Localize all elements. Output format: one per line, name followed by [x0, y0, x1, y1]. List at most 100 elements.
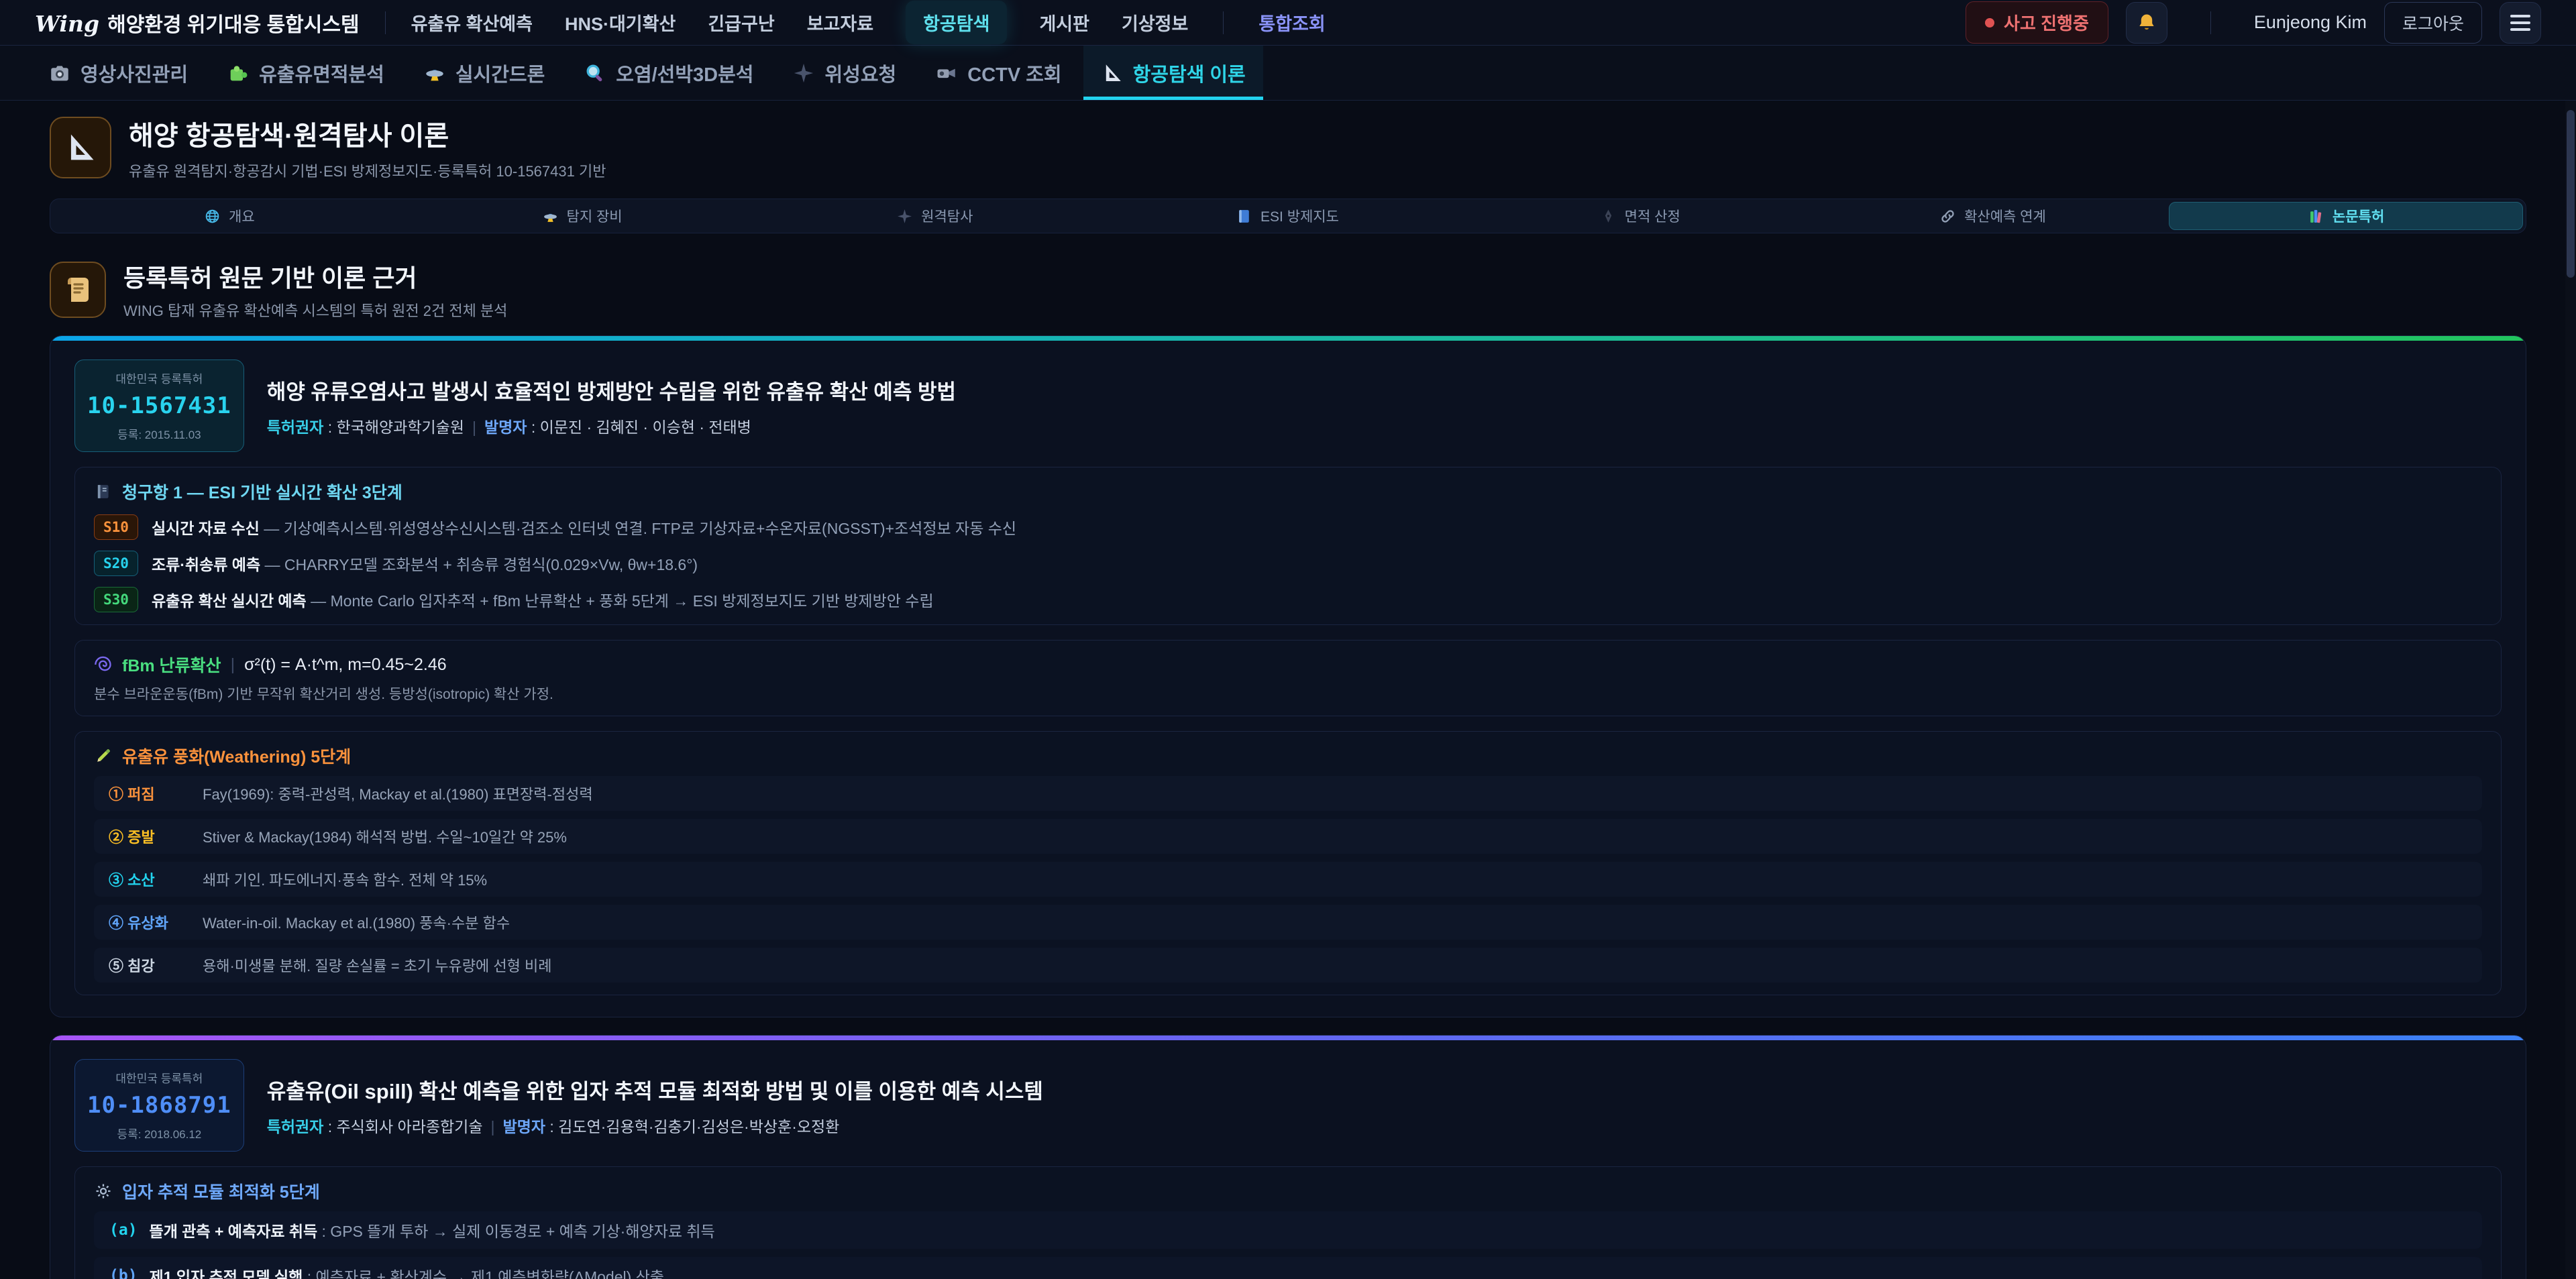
divider [2210, 11, 2211, 34]
top-right-controls: 사고 진행중 Eunjeong Kim 로그아웃 [1966, 1, 2541, 44]
scrollbar-thumb[interactable] [2567, 110, 2575, 278]
incident-status-badge: 사고 진행중 [1966, 1, 2108, 44]
globe-icon [204, 208, 221, 225]
app-logo-title: 해양환경 위기대응 통합시스템 [107, 8, 359, 38]
books-icon [2308, 208, 2324, 225]
incident-status-label: 사고 진행중 [2004, 10, 2089, 35]
claim-book-icon [94, 482, 113, 501]
divider [385, 11, 386, 34]
card-gradient-border [50, 336, 2526, 341]
app-logo[interactable]: Wing 해양환경 위기대응 통합시스템 [35, 8, 360, 38]
pencil-icon [94, 746, 113, 765]
drone-ufo-icon [542, 208, 559, 225]
pill-diffusion-link[interactable]: 확산예측 연계 [1817, 202, 2169, 230]
tab-aerial-search-theory[interactable]: 항공탐색 이론 [1083, 46, 1263, 100]
fbm-description: 분수 브라운운동(fBm) 기반 무작위 확산거리 생성. 등방성(isotro… [94, 683, 2482, 704]
divider [1223, 11, 1224, 34]
patent-number-badge: 대한민국 등록특허 10-1868791 등록: 2018.06.12 [74, 1059, 244, 1152]
nav-item-emergency-rescue[interactable]: 긴급구난 [708, 9, 774, 36]
pill-esi-map[interactable]: ESI 방제지도 [1111, 202, 1464, 230]
satellite-star-icon [896, 208, 913, 225]
fbm-title: fBm 난류확산 [122, 653, 221, 677]
pill-area-estimation[interactable]: 면적 산정 [1464, 202, 1817, 230]
nav-item-integrated-search[interactable]: 통합조회 [1258, 9, 1325, 36]
nav-item-hns-air-diffusion[interactable]: HNS·대기확산 [565, 9, 676, 36]
patent-meta: 특허권자 : 한국해양과학기술원|발명자 : 이문진 · 김혜진 · 이승현 ·… [267, 414, 956, 437]
tab-cctv-view[interactable]: CCTV 조회 [918, 46, 1079, 100]
main-menu: 유출유 확산예측 HNS·대기확산 긴급구난 보고자료 항공탐색 게시판 기상정… [411, 1, 1326, 44]
user-name: Eunjeong Kim [2254, 12, 2367, 33]
section-subtitle: WING 탑재 유출유 확산예측 시스템의 특허 원전 2건 전체 분석 [123, 299, 507, 321]
tab-oil-area-analysis[interactable]: 유출유면적분석 [209, 46, 402, 100]
optimization-step-row: (a) 뜰개 관측 + 예측자료 취득 : GPS 뜰개 투하 → 실제 이동경… [94, 1211, 2482, 1249]
pill-remote-sensing[interactable]: 원격탐사 [758, 202, 1111, 230]
pen-nib-icon [1600, 208, 1617, 225]
section-icon-box [50, 262, 106, 318]
patent-title: 해양 유류오염사고 발생시 효율적인 방제방안 수립을 위한 유출유 확산 예측… [267, 375, 956, 405]
patent-1-header: 대한민국 등록특허 10-1567431 등록: 2015.11.03 해양 유… [74, 359, 2502, 452]
drone-ufo-icon [423, 62, 446, 85]
gear-icon [94, 1182, 113, 1201]
app-logo-mark: Wing [35, 11, 99, 37]
patent-reg-date: 등록: 2015.11.03 [87, 425, 231, 442]
patent-card-2: 대한민국 등록특허 10-1868791 등록: 2018.06.12 유출유(… [50, 1035, 2526, 1279]
pill-detection-equipment[interactable]: 탐지 장비 [406, 202, 759, 230]
tab-pollution-ship-3d[interactable]: 오염/선박3D분석 [566, 46, 771, 100]
section-title: 등록특허 원문 기반 이론 근거 [123, 259, 507, 294]
patent-meta: 특허권자 : 주식회사 아라종합기술|발명자 : 김도연·김용혁·김충기·김성은… [267, 1114, 1043, 1137]
optimization-step-row: (b) 제1 입자 추적 모델 실행 : 예측자료 + 확산계수 → 제1 예측… [94, 1257, 2482, 1279]
weathering-row: ① 퍼짐 Fay(1969): 중력-관성력, Mackay et al.(19… [94, 776, 2482, 811]
tab-realtime-drone[interactable]: 실시간드론 [406, 46, 562, 100]
status-dot-icon [1985, 18, 1994, 27]
nav-item-aerial-search[interactable]: 항공탐색 [906, 1, 1007, 44]
claims-header: 청구항 1 — ESI 기반 실시간 확산 3단계 [94, 480, 2482, 504]
claims-box: 청구항 1 — ESI 기반 실시간 확산 3단계 S10 실시간 자료 수신 … [74, 467, 2502, 625]
scrollbar-track[interactable] [2565, 101, 2576, 1279]
menu-button[interactable] [2500, 2, 2541, 44]
camera-icon [48, 62, 71, 85]
patent-number-badge: 대한민국 등록특허 10-1567431 등록: 2015.11.03 [74, 359, 244, 452]
video-camera-icon [935, 62, 958, 85]
hamburger-icon [2510, 15, 2530, 31]
triangle-ruler-icon [63, 130, 98, 165]
patent-card-1: 대한민국 등록특허 10-1567431 등록: 2015.11.03 해양 유… [50, 335, 2526, 1017]
optimization-steps-box: 입자 추적 모듈 최적화 5단계 (a) 뜰개 관측 + 예측자료 취득 : G… [74, 1166, 2502, 1279]
patent-2-header: 대한민국 등록특허 10-1868791 등록: 2018.06.12 유출유(… [74, 1059, 2502, 1152]
patent-title: 유출유(Oil spill) 확산 예측을 위한 입자 추적 모듈 최적화 방법… [267, 1074, 1043, 1105]
nav-item-reports[interactable]: 보고자료 [807, 9, 873, 36]
puzzle-icon [227, 62, 250, 85]
weathering-row: ⑤ 침강 용해·미생물 분해. 질량 손실률 = 초기 누유량에 선형 비례 [94, 948, 2482, 983]
tab-satellite-request[interactable]: 위성요청 [775, 46, 914, 100]
theory-tab-bar: 개요 탐지 장비 원격탐사 ESI 방제지도 면적 산정 확산예측 연계 논문특… [50, 199, 2526, 233]
nav-item-board[interactable]: 게시판 [1039, 9, 1089, 36]
tab-image-photo-management[interactable]: 영상사진관리 [31, 46, 205, 100]
patent-number: 10-1567431 [87, 392, 231, 419]
nav-item-weather-info[interactable]: 기상정보 [1122, 9, 1188, 36]
pill-overview[interactable]: 개요 [53, 202, 406, 230]
claim-step-row: S10 실시간 자료 수신 — 기상예측시스템·위성영상수신시스템·검조소 인터… [94, 514, 2482, 540]
notification-button[interactable] [2126, 2, 2167, 44]
magnifier-icon [584, 62, 606, 85]
fbm-box: fBm 난류확산 | σ²(t) = A·t^m, m=0.45~2.46 분수… [74, 640, 2502, 716]
scroll-icon [62, 274, 94, 306]
patent-number: 10-1868791 [87, 1092, 231, 1119]
triangle-ruler-icon [1101, 62, 1124, 85]
top-navigation-bar: Wing 해양환경 위기대응 통합시스템 유출유 확산예측 HNS·대기확산 긴… [0, 0, 2576, 46]
link-icon [1939, 208, 1956, 225]
spiral-icon [94, 655, 113, 674]
claim-step-row: S30 유출유 확산 실시간 예측 — Monte Carlo 입자추적 + f… [94, 587, 2482, 612]
main-content: 해양 항공탐색·원격탐사 이론 유출유 원격탐지·항공감시 기법·ESI 방제정… [0, 101, 2576, 1279]
patent-reg-date: 등록: 2018.06.12 [87, 1125, 231, 1142]
weathering-row: ③ 소산 쇄파 기인. 파도에너지·풍속 함수. 전체 약 15% [94, 862, 2482, 897]
logout-button[interactable]: 로그아웃 [2384, 2, 2482, 44]
optimization-steps-header: 입자 추적 모듈 최적화 5단계 [94, 1179, 2482, 1203]
section-header: 등록특허 원문 기반 이론 근거 WING 탑재 유출유 확산예측 시스템의 특… [50, 259, 2526, 321]
pill-papers-patents[interactable]: 논문특허 [2169, 202, 2523, 230]
blue-book-icon [1236, 208, 1252, 225]
weathering-row: ④ 유상화 Water-in-oil. Mackay et al.(1980) … [94, 905, 2482, 940]
satellite-star-icon [792, 62, 815, 85]
page-subtitle: 유출유 원격탐지·항공감시 기법·ESI 방제정보지도·등록특허 10-1567… [129, 160, 606, 181]
fbm-formula: σ²(t) = A·t^m, m=0.45~2.46 [244, 655, 447, 675]
nav-item-oil-spill-forecast[interactable]: 유출유 확산예측 [411, 9, 533, 36]
weathering-row: ② 증발 Stiver & Mackay(1984) 해석적 방법. 수일~10… [94, 819, 2482, 854]
